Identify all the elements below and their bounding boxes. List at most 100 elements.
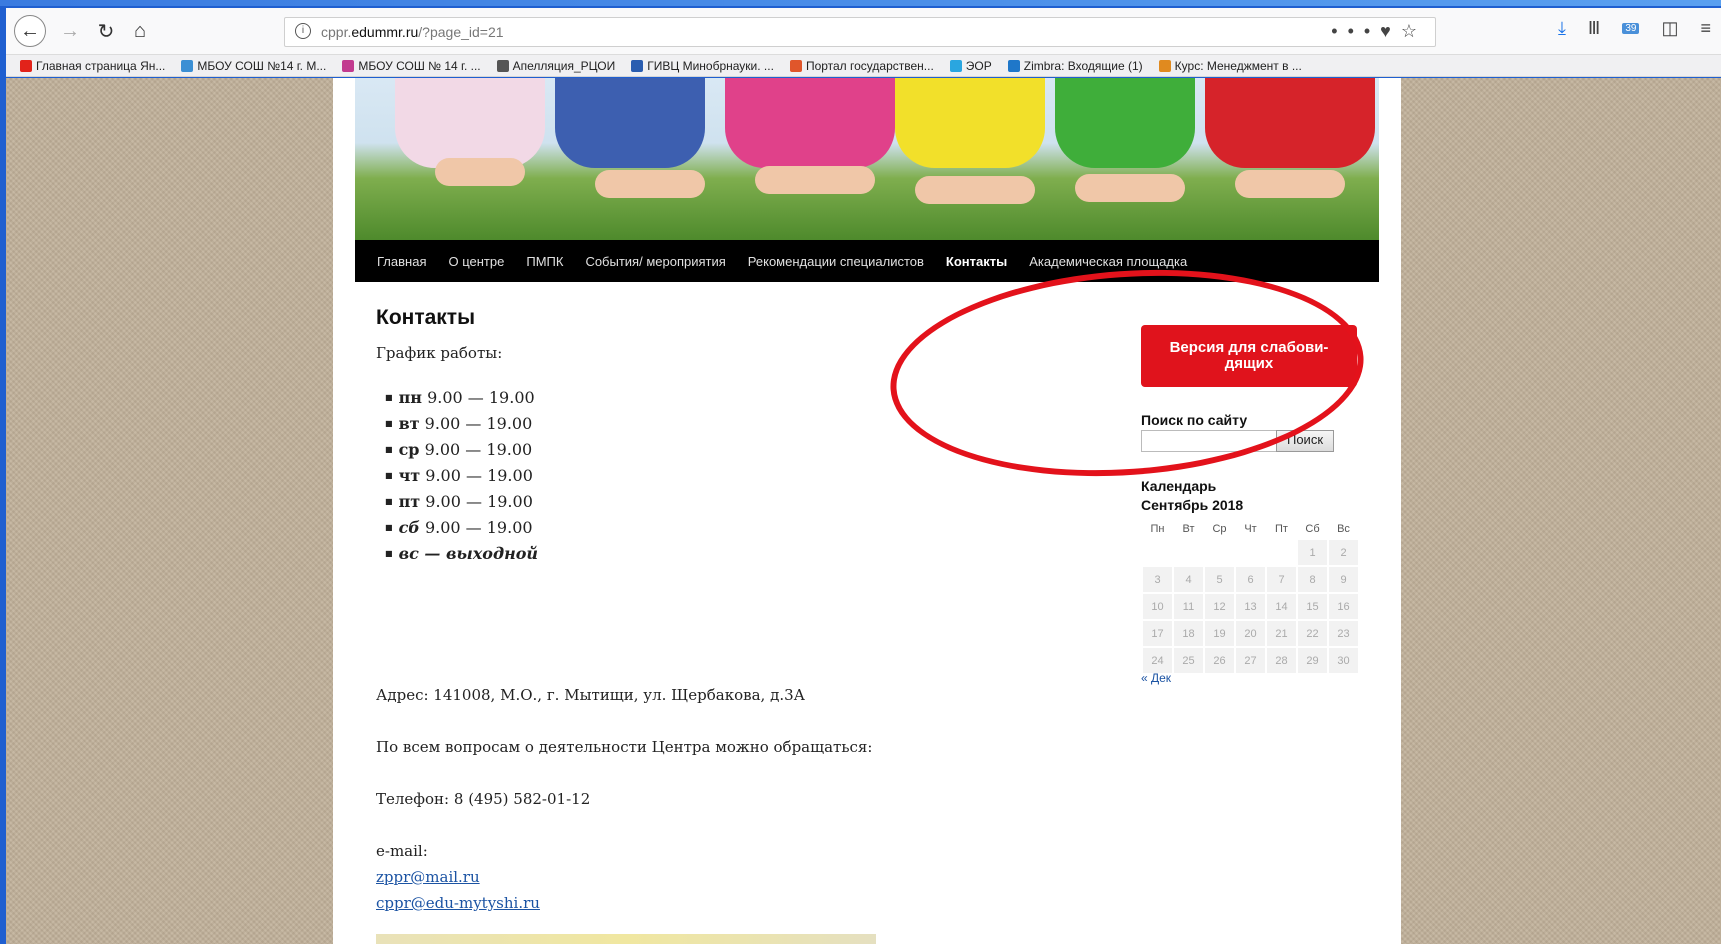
calendar-table: Пн Вт Ср Чт Пт Сб Вс 1 2 3 4 5 6 7 8 9 10 11 12 13 14 15 16 17 1… bbox=[1141, 518, 1360, 675]
calendar-weekday: Сб bbox=[1305, 523, 1320, 535]
bookmark-item[interactable]: МБОУ СОШ № 14 г. ... bbox=[342, 59, 481, 73]
bookmark-favicon-icon bbox=[789, 59, 802, 72]
hours-item: вт 9.00 — 19.00 bbox=[385, 411, 538, 437]
calendar-day: 8 bbox=[1298, 567, 1327, 592]
calendar-day: 5 bbox=[1205, 567, 1234, 592]
calendar-week-row: 24 25 26 27 28 29 30 bbox=[1143, 648, 1358, 673]
nav-item[interactable]: Академическая площадка bbox=[1029, 254, 1187, 269]
calendar-day: 1 bbox=[1298, 540, 1327, 565]
bookmark-item[interactable]: Zimbra: Входящие (1) bbox=[1007, 59, 1143, 73]
pocket-icon[interactable]: ♥ bbox=[1380, 21, 1401, 41]
hours-day: пн bbox=[398, 388, 422, 407]
back-button[interactable]: ← bbox=[14, 15, 46, 47]
calendar-day bbox=[1143, 540, 1172, 565]
calendar-month: Сентябрь 2018 bbox=[1141, 497, 1244, 513]
bookmark-favicon-icon bbox=[20, 59, 32, 72]
calendar-day: 19 bbox=[1205, 621, 1234, 646]
bookmark-favicon-icon bbox=[1007, 59, 1020, 72]
nav-item[interactable]: Рекомендации специалистов bbox=[748, 254, 924, 269]
menu-icon[interactable]: ≡ bbox=[1700, 18, 1711, 39]
downloads-icon[interactable]: ⤓ bbox=[1558, 18, 1566, 39]
calendar-week-row: 12 bbox=[1143, 540, 1358, 565]
bookmark-label: МБОУ СОШ №14 г. М... bbox=[197, 58, 327, 73]
browser-frame: ← → ↻ ⌂ i cppr.edummr.ru/?page_id=21 •••… bbox=[0, 0, 1721, 944]
reload-button[interactable]: ↻ bbox=[92, 17, 120, 45]
calendar-day: 18 bbox=[1174, 621, 1203, 646]
sidebar-toggle-icon[interactable]: ◫ bbox=[1661, 18, 1678, 39]
hours-item: сб 9.00 — 19.00 bbox=[385, 515, 538, 541]
page-title: Контакты bbox=[376, 306, 476, 329]
address-text: Адрес: 141008, М.О., г. Мытищи, ул. Щерб… bbox=[376, 686, 805, 704]
bookmark-star-icon[interactable]: ☆ bbox=[1401, 21, 1427, 41]
email-label: e-mail: bbox=[376, 842, 428, 860]
bookmark-favicon-icon bbox=[1158, 59, 1171, 72]
calendar-weekday: Вс bbox=[1337, 523, 1350, 535]
calendar-week-row: 17 18 19 20 21 22 23 bbox=[1143, 621, 1358, 646]
calendar-day: 30 bbox=[1329, 648, 1358, 673]
address-bar[interactable]: i cppr.edummr.ru/?page_id=21 •••♥☆ bbox=[284, 17, 1436, 47]
nav-item[interactable]: События/ мероприятия bbox=[585, 254, 725, 269]
hours-item: вс — выходной bbox=[385, 541, 538, 567]
bookmark-item[interactable]: ЭОР bbox=[949, 58, 992, 73]
nav-item[interactable]: ПМПК bbox=[526, 254, 563, 269]
calendar-day: 17 bbox=[1143, 621, 1172, 646]
forward-button[interactable]: → bbox=[56, 17, 84, 45]
page-actions-icon[interactable]: ••• bbox=[1331, 21, 1380, 41]
bookmark-item[interactable]: Апелляция_РЦОИ bbox=[496, 59, 615, 73]
nav-item[interactable]: Контакты bbox=[946, 254, 1007, 269]
bookmark-label: ГИВЦ Минобрнауки. ... bbox=[647, 58, 774, 73]
bookmarks-toolbar: Главная страница Ян... МБОУ СОШ №14 г. М.… bbox=[6, 55, 1721, 77]
calendar-day: 9 bbox=[1329, 567, 1358, 592]
hours-time: 9.00 — 19.00 bbox=[420, 466, 533, 485]
bookmark-item[interactable]: Портал государствен... bbox=[789, 59, 934, 73]
nav-item[interactable]: Главная bbox=[377, 254, 426, 269]
calendar-weekday: Ср bbox=[1212, 523, 1227, 535]
hours-day: ср bbox=[398, 440, 420, 459]
calendar-day: 21 bbox=[1267, 621, 1296, 646]
calendar-day: 6 bbox=[1236, 567, 1265, 592]
calendar-weekday: Пт bbox=[1275, 523, 1288, 535]
calendar-day: 2 bbox=[1329, 540, 1358, 565]
visually-impaired-version-button[interactable]: Версия для слабови-дящих bbox=[1141, 325, 1357, 387]
bookmark-label: ЭОР bbox=[965, 58, 992, 73]
calendar-widget-title: Календарь bbox=[1141, 478, 1217, 494]
bookmark-favicon-icon bbox=[181, 59, 194, 72]
extension-badge[interactable]: 39 bbox=[1622, 23, 1640, 34]
calendar-day: 27 bbox=[1236, 648, 1265, 673]
phone-text: Телефон: 8 (495) 582-01-12 bbox=[376, 790, 591, 808]
calendar-week-row: 3456789 bbox=[1143, 567, 1358, 592]
toolbar-right: ⤓ Ⅲ 39 ◫ ≡ bbox=[1558, 18, 1711, 39]
calendar-prev-link[interactable]: « Дек bbox=[1141, 671, 1171, 685]
home-button[interactable]: ⌂ bbox=[126, 17, 154, 45]
hours-item: ср 9.00 — 19.00 bbox=[385, 437, 538, 463]
bookmark-item[interactable]: ГИВЦ Минобрнауки. ... bbox=[631, 59, 774, 73]
bookmark-favicon-icon bbox=[342, 59, 355, 72]
contact-intro-text: По всем вопросам о деятельности Центра м… bbox=[376, 738, 873, 756]
calendar-day bbox=[1236, 540, 1265, 565]
url-text[interactable]: cppr.edummr.ru/?page_id=21 bbox=[321, 24, 504, 40]
hours-day: вс — выходной bbox=[398, 544, 539, 563]
hours-day: пт bbox=[398, 492, 421, 511]
working-hours-list: пн 9.00 — 19.00вт 9.00 — 19.00ср 9.00 — … bbox=[385, 385, 538, 567]
url-actions: •••♥☆ bbox=[1331, 21, 1427, 42]
calendar-day: 11 bbox=[1174, 594, 1203, 619]
search-input[interactable] bbox=[1141, 430, 1277, 452]
hours-time: 9.00 — 19.00 bbox=[419, 518, 533, 537]
hours-time: 9.00 — 19.00 bbox=[421, 388, 535, 407]
email-link-cppr[interactable]: cppr@edu-mytyshi.ru bbox=[376, 894, 540, 912]
info-icon[interactable]: i bbox=[295, 23, 311, 39]
schedule-title: График работы: bbox=[376, 344, 503, 362]
calendar-header-row: Пн Вт Ср Чт Пт Сб Вс bbox=[1143, 520, 1358, 538]
nav-item[interactable]: О центре bbox=[448, 254, 504, 269]
bookmark-item[interactable]: Главная страница Ян... bbox=[20, 59, 165, 73]
calendar-day: 10 bbox=[1143, 594, 1172, 619]
search-button[interactable]: Поиск bbox=[1276, 430, 1334, 452]
library-icon[interactable]: Ⅲ bbox=[1588, 18, 1600, 39]
calendar-day bbox=[1174, 540, 1203, 565]
bookmark-item[interactable]: Курс: Менеджмент в ... bbox=[1158, 59, 1302, 73]
hours-item: пт 9.00 — 19.00 bbox=[385, 489, 538, 515]
calendar-day: 29 bbox=[1298, 648, 1327, 673]
bookmark-item[interactable]: МБОУ СОШ №14 г. М... bbox=[181, 59, 326, 73]
calendar-week-row: 10 11 12 13 14 15 16 bbox=[1143, 594, 1358, 619]
email-link-zppr[interactable]: zppr@mail.ru bbox=[376, 868, 480, 886]
